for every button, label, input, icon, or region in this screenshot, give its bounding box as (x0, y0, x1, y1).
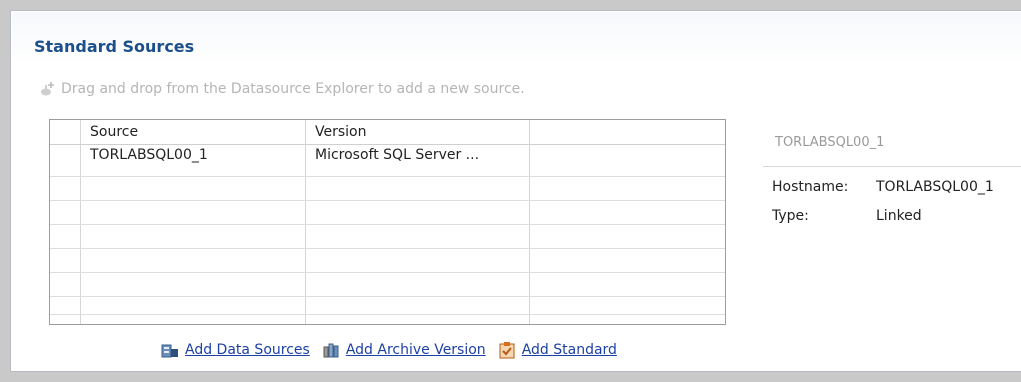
section-header: Standard Sources (12, 12, 1021, 64)
section-title: Standard Sources (34, 37, 195, 56)
detail-divider (763, 166, 1021, 167)
add-standard-label[interactable]: Add Standard (522, 342, 617, 358)
column-header-source[interactable]: Source (90, 124, 138, 140)
hostname-label: Hostname: (772, 179, 849, 195)
type-value: Linked (876, 208, 922, 224)
add-archive-version-button[interactable]: Add Archive Version (322, 341, 486, 359)
add-standard-button[interactable]: Add Standard (498, 341, 617, 359)
table-row-version[interactable]: Microsoft SQL Server ... (315, 147, 479, 163)
action-links: Add Data Sources Add Archive Version Add… (161, 341, 617, 359)
add-standard-icon (499, 342, 515, 359)
add-archive-version-icon (323, 343, 339, 358)
table-row-source[interactable]: TORLABSQL00_1 (90, 147, 208, 163)
drag-drop-hint-text: Drag and drop from the Datasource Explor… (61, 81, 525, 97)
hostname-value: TORLABSQL00_1 (876, 179, 994, 195)
sources-table[interactable]: Source Version TORLABSQL00_1 Microsoft S… (49, 119, 726, 325)
add-archive-version-label[interactable]: Add Archive Version (346, 342, 486, 358)
detail-title: TORLABSQL00_1 (775, 135, 885, 150)
drag-add-source-icon (41, 82, 54, 96)
add-data-sources-icon (161, 344, 178, 358)
type-label: Type: (772, 208, 809, 224)
add-data-sources-label[interactable]: Add Data Sources (185, 342, 310, 358)
add-data-sources-button[interactable]: Add Data Sources (161, 341, 310, 359)
drag-drop-hint: Drag and drop from the Datasource Explor… (39, 80, 525, 98)
standard-sources-panel: Standard Sources Drag and drop from the … (10, 10, 1021, 372)
column-header-version[interactable]: Version (315, 124, 366, 140)
